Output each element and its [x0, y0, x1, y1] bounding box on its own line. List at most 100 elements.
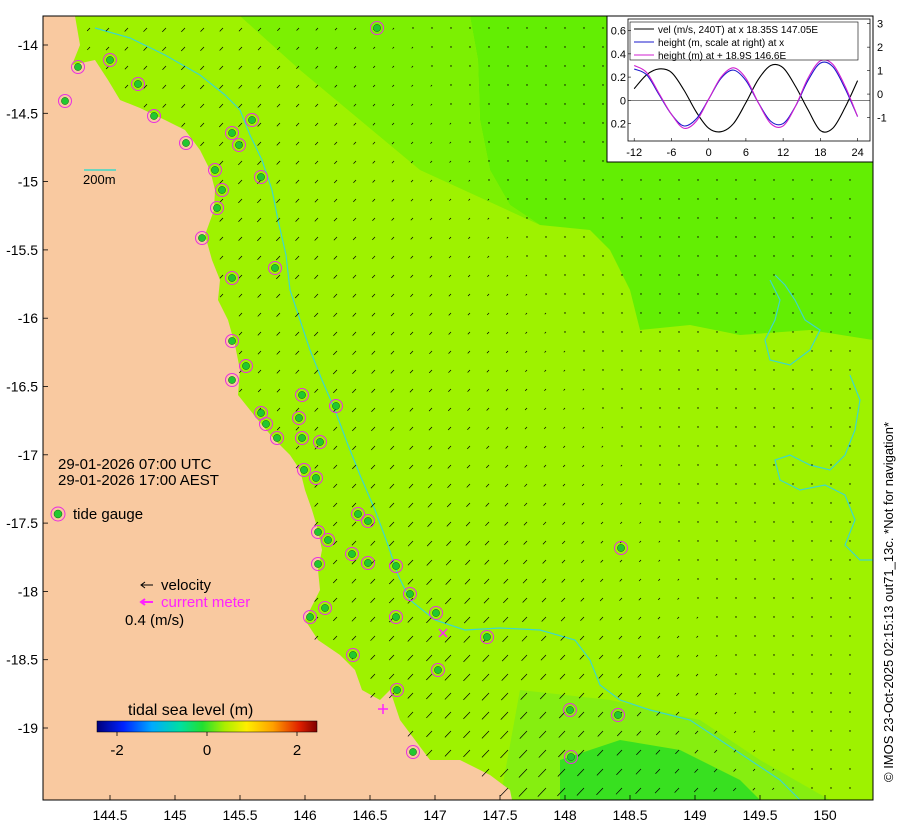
- velocity-dot: [488, 179, 490, 181]
- velocity-dot: [754, 388, 756, 390]
- tide-gauge: [432, 609, 440, 617]
- velocity-dot: [773, 369, 775, 371]
- velocity-dot: [716, 426, 718, 428]
- velocity-dot: [830, 331, 832, 333]
- inset-x-tick-label: 18: [814, 147, 826, 159]
- velocity-dot: [773, 749, 775, 751]
- velocity-dot: [830, 692, 832, 694]
- lat-tick-label: -17: [18, 447, 38, 463]
- velocity-dot: [830, 730, 832, 732]
- velocity-dot: [469, 122, 471, 124]
- velocity-dot: [602, 160, 604, 162]
- velocity-dot: [792, 654, 794, 656]
- velocity-dot: [640, 483, 642, 485]
- colorbar: [96, 720, 318, 733]
- time-utc: 29-01-2026 07:00 UTC: [58, 456, 212, 473]
- velocity-dot: [469, 27, 471, 29]
- lon-tick-label: 147.5: [482, 807, 517, 823]
- velocity-dot: [640, 255, 642, 257]
- velocity-dot: [583, 179, 585, 181]
- velocity-dot: [659, 369, 661, 371]
- velocity-dot: [640, 445, 642, 447]
- tide-gauge: [364, 559, 372, 567]
- tide-gauge: [106, 56, 114, 64]
- velocity-dot: [583, 217, 585, 219]
- velocity-dot: [735, 255, 737, 257]
- tide-gauge: [198, 234, 206, 242]
- velocity-dot: [811, 730, 813, 732]
- velocity-dot: [773, 578, 775, 580]
- velocity-dot: [792, 616, 794, 618]
- velocity-dot: [830, 616, 832, 618]
- velocity-dot: [735, 217, 737, 219]
- velocity-dot: [849, 179, 851, 181]
- velocity-dot: [716, 464, 718, 466]
- velocity-dot: [811, 293, 813, 295]
- tide-gauge: [483, 633, 491, 641]
- velocity-dot: [735, 635, 737, 637]
- tide-gauge: [567, 753, 575, 761]
- velocity-dot: [640, 369, 642, 371]
- velocity-dot: [811, 635, 813, 637]
- velocity-dot: [735, 274, 737, 276]
- velocity-dot: [583, 84, 585, 86]
- velocity-dot: [735, 578, 737, 580]
- velocity-dot: [621, 274, 623, 276]
- velocity-dot: [621, 293, 623, 295]
- inset-right-tick-label: 0: [877, 89, 883, 101]
- velocity-dot: [830, 540, 832, 542]
- velocity-dot: [507, 65, 509, 67]
- velocity-dot: [849, 787, 851, 789]
- tide-gauge: [228, 129, 236, 137]
- velocity-dot: [754, 426, 756, 428]
- inset-x-tick-label: 0: [706, 147, 712, 159]
- velocity-dot: [754, 616, 756, 618]
- velocity-dot: [659, 445, 661, 447]
- velocity-dot: [773, 673, 775, 675]
- tide-gauge: [332, 402, 340, 410]
- velocity-dot: [602, 293, 604, 295]
- velocity-dot: [830, 654, 832, 656]
- velocity-dot: [830, 578, 832, 580]
- velocity-dot: [621, 350, 623, 352]
- velocity-dot: [526, 236, 528, 238]
- velocity-dot: [621, 236, 623, 238]
- velocity-dot: [849, 312, 851, 314]
- lon-tick-label: 146: [293, 807, 317, 823]
- lat-tick-label: -16.5: [6, 379, 38, 395]
- velocity-dot: [526, 65, 528, 67]
- velocity-dot: [792, 217, 794, 219]
- velocity-dot: [811, 255, 813, 257]
- velocity-dot: [849, 502, 851, 504]
- velocity-dot: [697, 445, 699, 447]
- velocity-dot: [830, 768, 832, 770]
- velocity-dot: [412, 27, 414, 29]
- velocity-dot: [583, 236, 585, 238]
- velocity-dot: [830, 521, 832, 523]
- velocity-dot: [469, 84, 471, 86]
- velocity-dot: [583, 350, 585, 352]
- velocity-dot: [602, 141, 604, 143]
- velocity-dot: [526, 255, 528, 257]
- velocity-dot: [716, 293, 718, 295]
- inset-x-tick-label: 6: [743, 147, 749, 159]
- velocity-dot: [602, 198, 604, 200]
- velocity-dot: [640, 274, 642, 276]
- velocity-dot: [564, 236, 566, 238]
- velocity-dot: [659, 350, 661, 352]
- velocity-dot: [545, 274, 547, 276]
- tide-gauge: [348, 550, 356, 558]
- velocity-dot: [659, 426, 661, 428]
- inset-legend-height-x: height (m, scale at right) at x: [658, 38, 784, 49]
- velocity-dot: [678, 236, 680, 238]
- velocity-dot: [697, 521, 699, 523]
- velocity-dot: [488, 141, 490, 143]
- velocity-dot: [773, 692, 775, 694]
- velocity-dot: [811, 711, 813, 713]
- tide-gauge: [617, 544, 625, 552]
- tide-gauge: [364, 517, 372, 525]
- velocity-dot: [640, 179, 642, 181]
- velocity-dot: [507, 198, 509, 200]
- velocity-dot: [716, 578, 718, 580]
- velocity-dot: [564, 312, 566, 314]
